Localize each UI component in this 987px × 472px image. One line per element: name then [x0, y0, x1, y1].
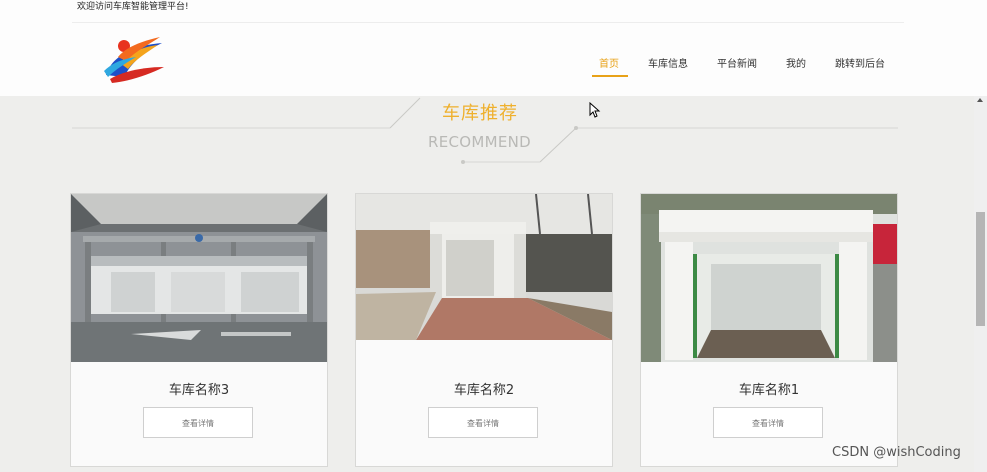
nav-item-mine[interactable]: 我的	[786, 58, 806, 72]
nav-item-home[interactable]: 首页	[599, 58, 619, 72]
view-details-button[interactable]: 查看详情	[143, 407, 253, 438]
garage-card[interactable]: 车库名称3 查看详情	[70, 193, 328, 467]
garage-photo[interactable]	[641, 194, 897, 362]
nav-item-platform-news[interactable]: 平台新闻	[717, 58, 757, 72]
nav-item-garage-info[interactable]: 车库信息	[648, 58, 688, 72]
garage-card[interactable]: 车库名称2 查看详情	[355, 193, 613, 467]
header-divider	[72, 22, 904, 23]
main-nav: 首页 车库信息 平台新闻 我的 跳转到后台	[0, 58, 987, 78]
nav-active-indicator	[592, 75, 628, 77]
view-details-button[interactable]: 查看详情	[428, 407, 538, 438]
nav-item-admin[interactable]: 跳转到后台	[835, 58, 885, 72]
garage-name: 车库名称1	[738, 383, 800, 398]
mouse-cursor-icon	[589, 101, 601, 122]
section-title: 车库推荐	[442, 103, 518, 124]
page-scrollbar[interactable]	[974, 96, 987, 472]
welcome-text: 欢迎访问车库智能管理平台!	[77, 2, 189, 12]
site-header: 欢迎访问车库智能管理平台! 首页 车库信息 平台新闻 我的 跳转到后台	[0, 0, 987, 96]
view-details-button[interactable]: 查看详情	[713, 407, 823, 438]
garage-name: 车库名称2	[453, 383, 515, 398]
csdn-watermark: CSDN @wishCoding	[832, 445, 961, 460]
garage-name: 车库名称3	[168, 383, 230, 398]
garage-photo[interactable]	[71, 194, 327, 362]
section-subtitle: RECOMMEND	[428, 133, 532, 151]
scroll-up-arrow-icon[interactable]	[977, 98, 983, 102]
garage-card[interactable]: 车库名称1 查看详情	[640, 193, 898, 467]
scroll-thumb[interactable]	[976, 212, 985, 326]
garage-photo[interactable]	[356, 194, 612, 340]
